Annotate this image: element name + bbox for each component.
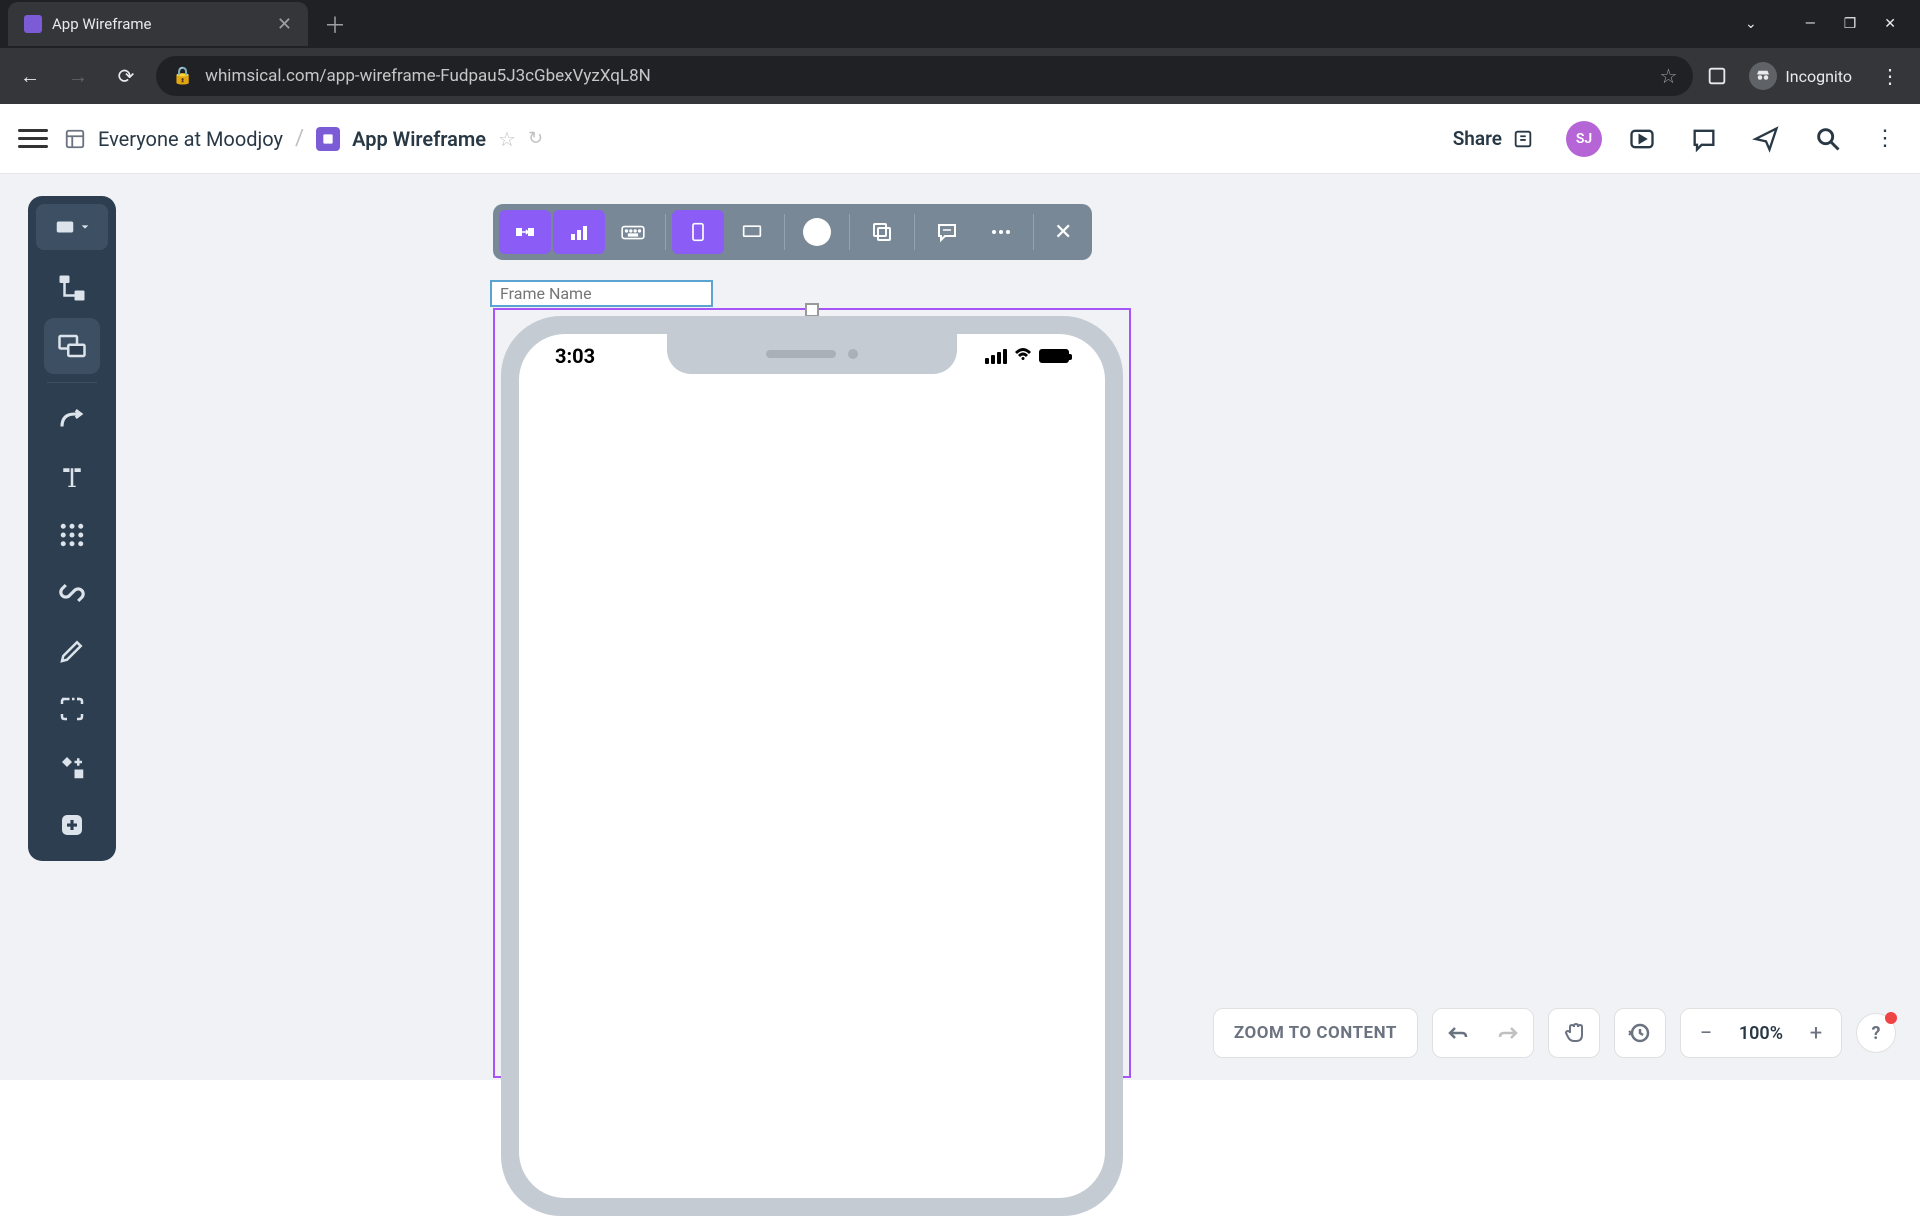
- browser-menu-icon[interactable]: ⋮: [1872, 64, 1908, 88]
- wifi-icon: [1013, 346, 1033, 367]
- zoom-in-button[interactable]: +: [1791, 1008, 1841, 1058]
- phone-screen: 3:03: [519, 334, 1105, 1198]
- window-controls: ⌄ — ❐ ✕: [1721, 16, 1920, 32]
- tab-title: App Wireframe: [52, 15, 267, 33]
- header-actions: Share SJ ⋮: [1439, 117, 1902, 161]
- help-button[interactable]: ?: [1856, 1013, 1896, 1053]
- ft-phone-frame[interactable]: [672, 210, 724, 254]
- tool-add[interactable]: [44, 797, 100, 853]
- notification-dot: [1885, 1012, 1897, 1024]
- history-button[interactable]: [1614, 1008, 1666, 1058]
- selection-handle-top[interactable]: [805, 303, 819, 317]
- undo-button[interactable]: [1433, 1008, 1483, 1058]
- address-bar: ← → ⟳ 🔒 whimsical.com/app-wireframe-Fudp…: [0, 48, 1920, 104]
- ft-more[interactable]: [975, 210, 1027, 254]
- phone-time: 3:03: [555, 344, 595, 368]
- ft-distribute[interactable]: [553, 210, 605, 254]
- canvas[interactable]: ✕ 3:03: [0, 174, 1920, 1080]
- tool-text[interactable]: [44, 449, 100, 505]
- selection-toolbar: ✕: [493, 204, 1092, 260]
- tool-section[interactable]: [44, 681, 100, 737]
- sync-icon[interactable]: ↻: [528, 128, 543, 149]
- left-toolbar: [28, 196, 116, 861]
- signal-icon: [985, 349, 1007, 364]
- tool-flowchart[interactable]: [44, 260, 100, 316]
- ft-duplicate[interactable]: [856, 210, 908, 254]
- ft-keyboard[interactable]: [607, 210, 659, 254]
- zoom-to-content-button[interactable]: ZOOM TO CONTENT: [1213, 1008, 1418, 1058]
- extensions-icon[interactable]: [1705, 64, 1729, 88]
- present-button[interactable]: [1620, 117, 1664, 161]
- workspace-name[interactable]: Everyone at Moodjoy: [98, 127, 283, 151]
- share-icon: [1512, 128, 1534, 150]
- tabs-dropdown-icon[interactable]: ⌄: [1745, 16, 1757, 32]
- reload-button[interactable]: ⟳: [108, 58, 144, 94]
- ft-comment[interactable]: [921, 210, 973, 254]
- phone-bezel[interactable]: 3:03: [501, 316, 1123, 1216]
- ft-desktop-frame[interactable]: [726, 210, 778, 254]
- breadcrumb-separator: /: [295, 126, 304, 151]
- tool-mode-selector[interactable]: [36, 204, 108, 250]
- url-bar[interactable]: 🔒 whimsical.com/app-wireframe-Fudpau5J3c…: [156, 56, 1693, 96]
- tool-grid[interactable]: [44, 507, 100, 563]
- tool-link[interactable]: [44, 565, 100, 621]
- app-header: Everyone at Moodjoy / App Wireframe ☆ ↻ …: [0, 104, 1920, 174]
- phone-status-bar: 3:03: [519, 334, 1105, 378]
- undo-redo-group: [1432, 1008, 1534, 1058]
- bottom-controls: ZOOM TO CONTENT − 100% + ?: [1213, 1008, 1896, 1058]
- forward-button[interactable]: →: [60, 58, 96, 94]
- frame-name-input[interactable]: [490, 280, 713, 307]
- tool-components[interactable]: [44, 739, 100, 795]
- workspace-icon: [64, 128, 86, 150]
- close-tab-icon[interactable]: ✕: [277, 14, 292, 35]
- close-window-icon[interactable]: ✕: [1884, 16, 1896, 32]
- pan-button[interactable]: [1548, 1008, 1600, 1058]
- zoom-level[interactable]: 100%: [1731, 1023, 1791, 1044]
- tool-pencil[interactable]: [44, 623, 100, 679]
- doc-title[interactable]: App Wireframe: [352, 127, 486, 151]
- more-menu-icon[interactable]: ⋮: [1868, 126, 1902, 151]
- avatar-initials: SJ: [1576, 131, 1592, 147]
- incognito-label: Incognito: [1785, 67, 1852, 86]
- bookmark-star-icon[interactable]: ☆: [1659, 64, 1677, 88]
- browser-chrome: App Wireframe ✕ ＋ ⌄ — ❐ ✕ ← → ⟳ 🔒 whimsi…: [0, 0, 1920, 104]
- search-button[interactable]: [1806, 117, 1850, 161]
- doc-type-icon: [316, 127, 340, 151]
- new-tab-button[interactable]: ＋: [308, 8, 362, 40]
- redo-button[interactable]: [1483, 1008, 1533, 1058]
- zoom-controls: − 100% +: [1680, 1008, 1842, 1058]
- incognito-badge[interactable]: Incognito: [1741, 62, 1860, 90]
- lock-icon: 🔒: [172, 66, 193, 86]
- ft-align[interactable]: [499, 210, 551, 254]
- tool-wireframe[interactable]: [44, 318, 100, 374]
- incognito-icon: [1749, 62, 1777, 90]
- maximize-icon[interactable]: ❐: [1844, 16, 1857, 32]
- user-avatar[interactable]: SJ: [1566, 121, 1602, 157]
- url-text: whimsical.com/app-wireframe-Fudpau5J3cGb…: [205, 66, 1647, 86]
- minimize-icon[interactable]: —: [1805, 16, 1816, 32]
- zoom-out-button[interactable]: −: [1681, 1008, 1731, 1058]
- browser-tab[interactable]: App Wireframe ✕: [8, 2, 308, 46]
- tab-favicon: [24, 15, 42, 33]
- ft-close-icon[interactable]: ✕: [1040, 220, 1086, 245]
- breadcrumb: Everyone at Moodjoy / App Wireframe ☆ ↻: [64, 126, 543, 151]
- tool-connector[interactable]: [44, 391, 100, 447]
- menu-button[interactable]: [18, 124, 48, 154]
- back-button[interactable]: ←: [12, 58, 48, 94]
- comments-button[interactable]: [1682, 117, 1726, 161]
- battery-icon: [1039, 349, 1069, 363]
- share-label: Share: [1453, 127, 1502, 150]
- tab-bar: App Wireframe ✕ ＋ ⌄ — ❐ ✕: [0, 0, 1920, 48]
- favorite-star-icon[interactable]: ☆: [498, 127, 516, 151]
- ft-color[interactable]: [791, 210, 843, 254]
- share-button[interactable]: Share: [1439, 119, 1548, 158]
- send-button[interactable]: [1744, 117, 1788, 161]
